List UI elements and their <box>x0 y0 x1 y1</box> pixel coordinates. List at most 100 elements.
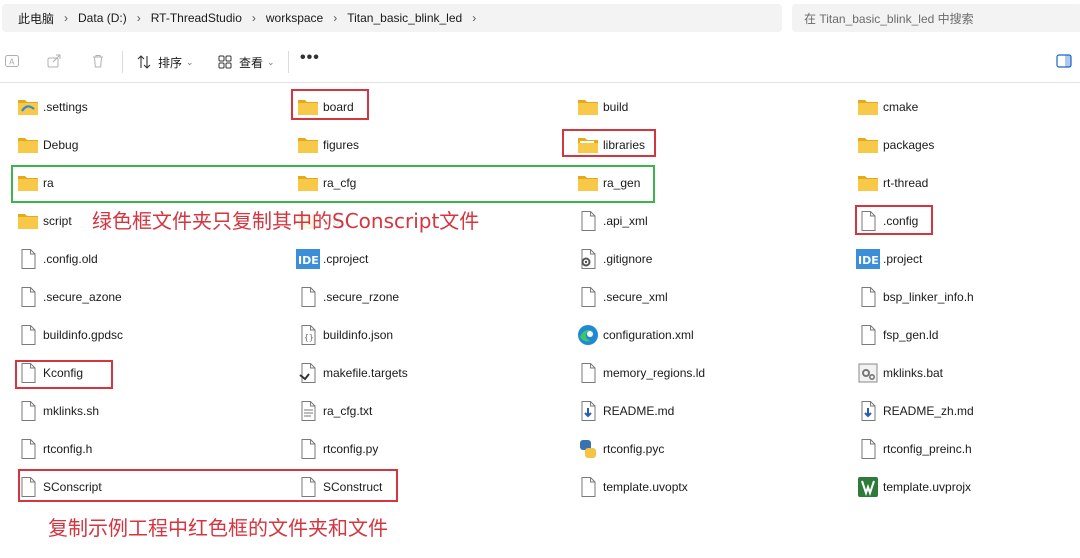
file-name-label: .secure_azone <box>43 290 122 304</box>
file-item-config-old[interactable]: .config.old <box>0 240 280 278</box>
delete-icon[interactable] <box>90 53 106 69</box>
file-item-cproject[interactable]: IDE .cproject <box>280 240 560 278</box>
markdown-file-icon <box>856 399 880 423</box>
file-icon <box>16 323 40 347</box>
file-item-secure-azone[interactable]: .secure_azone <box>0 278 280 316</box>
file-item-rtconfig-py[interactable]: rtconfig.py <box>280 430 560 468</box>
chevron-right-icon: › <box>251 11 256 25</box>
folder-special-icon <box>16 95 40 119</box>
file-name-label: packages <box>883 138 935 152</box>
file-item-makefile-targets[interactable]: makefile.targets <box>280 354 560 392</box>
file-item-debug[interactable]: Debug <box>0 126 280 164</box>
breadcrumb[interactable]: 此电脑 › Data (D:) › RT-ThreadStudio › work… <box>2 4 782 32</box>
red-annotation-note: 复制示例工程中红色框的文件夹和文件 <box>48 512 388 541</box>
file-item-readme-md[interactable]: README.md <box>560 392 840 430</box>
file-item-template-uvoptx[interactable]: template.uvoptx <box>560 468 840 506</box>
python-file-icon <box>576 437 600 461</box>
file-name-label: .settings <box>43 100 88 114</box>
file-item-fsp-gen-ld[interactable]: fsp_gen.ld <box>840 316 1080 354</box>
svg-text:A: A <box>9 58 15 67</box>
file-name-label: figures <box>323 138 360 152</box>
more-options-button[interactable]: ••• <box>300 49 320 67</box>
file-name-label: mklinks.sh <box>43 404 100 418</box>
file-item-rt-thread[interactable]: rt-thread <box>840 164 1080 202</box>
file-icon <box>16 399 40 423</box>
file-item-bsp-linker-info-h[interactable]: bsp_linker_info.h <box>840 278 1080 316</box>
file-name-label: ra_cfg.txt <box>323 404 373 418</box>
red-highlight-box <box>291 89 369 120</box>
search-input[interactable]: 在 Titan_basic_blink_led 中搜索 <box>792 4 1080 32</box>
file-name-label: .secure_xml <box>603 290 668 304</box>
details-pane-icon[interactable] <box>1056 54 1072 71</box>
address-bar: 此电脑 › Data (D:) › RT-ThreadStudio › work… <box>0 0 1080 38</box>
share-icon[interactable] <box>46 53 62 69</box>
file-item-rtconfig-h[interactable]: rtconfig.h <box>0 430 280 468</box>
file-name-label: README_zh.md <box>883 404 974 418</box>
file-item-gitignore[interactable]: .gitignore <box>560 240 840 278</box>
file-name-label: mklinks.bat <box>883 366 944 380</box>
breadcrumb-item[interactable]: workspace <box>260 11 329 25</box>
folder-icon <box>856 95 880 119</box>
file-name-label: template.uvprojx <box>883 480 972 494</box>
file-item-api-xml[interactable]: .api_xml <box>560 202 840 240</box>
file-item-mklinks-sh[interactable]: mklinks.sh <box>0 392 280 430</box>
file-icon <box>16 247 40 271</box>
file-item-rtconfig-preinc-h[interactable]: rtconfig_preinc.h <box>840 430 1080 468</box>
file-icon <box>576 361 600 385</box>
rename-icon[interactable]: A <box>4 53 20 69</box>
file-item-template-uvprojx[interactable]: template.uvprojx <box>840 468 1080 506</box>
sort-label: 排序 <box>158 55 183 70</box>
file-icon <box>16 437 40 461</box>
file-name-label: template.uvoptx <box>603 480 688 494</box>
file-item-secure-xml[interactable]: .secure_xml <box>560 278 840 316</box>
breadcrumb-item[interactable]: RT-ThreadStudio <box>145 11 248 25</box>
file-item-settings[interactable]: .settings <box>0 88 280 126</box>
file-item-mklinks-bat[interactable]: mklinks.bat <box>840 354 1080 392</box>
file-name-label: .secure_rzone <box>323 290 400 304</box>
file-item-memory-regions-ld[interactable]: memory_regions.ld <box>560 354 840 392</box>
keil-file-icon <box>856 475 880 499</box>
search-placeholder: 在 Titan_basic_blink_led 中搜索 <box>804 11 974 26</box>
file-item-packages[interactable]: packages <box>840 126 1080 164</box>
gear-file-icon <box>576 247 600 271</box>
command-bar: A 排序 ⌄ 查看 ⌄ ••• <box>0 41 1080 83</box>
view-grid-icon <box>218 55 232 69</box>
file-item-configuration-xml[interactable]: configuration.xml <box>560 316 840 354</box>
chevron-down-icon: ⌄ <box>267 56 275 67</box>
file-name-label: rtconfig.pyc <box>603 442 665 456</box>
view-button[interactable]: 查看 ⌄ <box>217 53 275 71</box>
file-item-build[interactable]: build <box>560 88 840 126</box>
file-name-label: .config.old <box>43 252 98 266</box>
file-name-label: fsp_gen.ld <box>883 328 939 342</box>
file-name-label: Debug <box>43 138 79 152</box>
file-icon <box>856 437 880 461</box>
folder-icon <box>16 133 40 157</box>
file-item-buildinfo-gpdsc[interactable]: buildinfo.gpdsc <box>0 316 280 354</box>
file-item-secure-rzone[interactable]: .secure_rzone <box>280 278 560 316</box>
file-icon <box>296 437 320 461</box>
breadcrumb-item[interactable]: Titan_basic_blink_led <box>341 11 468 25</box>
file-item-rtconfig-pyc[interactable]: rtconfig.pyc <box>560 430 840 468</box>
folder-icon <box>856 171 880 195</box>
file-icon <box>16 285 40 309</box>
file-name-label: configuration.xml <box>603 328 694 342</box>
file-item-ra-cfg-txt[interactable]: ra_cfg.txt <box>280 392 560 430</box>
file-name-label: .cproject <box>323 252 369 266</box>
file-item-cmake[interactable]: cmake <box>840 88 1080 126</box>
file-item-project[interactable]: IDE .project <box>840 240 1080 278</box>
sort-button[interactable]: 排序 ⌄ <box>136 53 194 71</box>
json-file-icon: {} <box>296 323 320 347</box>
breadcrumb-item[interactable]: Data (D:) <box>72 11 133 25</box>
chevron-right-icon: › <box>472 11 477 25</box>
breadcrumb-item[interactable]: 此电脑 <box>2 10 60 27</box>
file-name-label: rtconfig_preinc.h <box>883 442 972 456</box>
file-item-figures[interactable]: figures <box>280 126 560 164</box>
text-file-icon <box>296 399 320 423</box>
file-name-label: cmake <box>883 100 919 114</box>
folder-icon <box>856 133 880 157</box>
file-item-buildinfo-json[interactable]: {} buildinfo.json <box>280 316 560 354</box>
green-highlight-box <box>11 165 655 203</box>
file-name-label: makefile.targets <box>323 366 408 380</box>
file-name-label: buildinfo.gpdsc <box>43 328 124 342</box>
file-item-readme-zh-md[interactable]: README_zh.md <box>840 392 1080 430</box>
